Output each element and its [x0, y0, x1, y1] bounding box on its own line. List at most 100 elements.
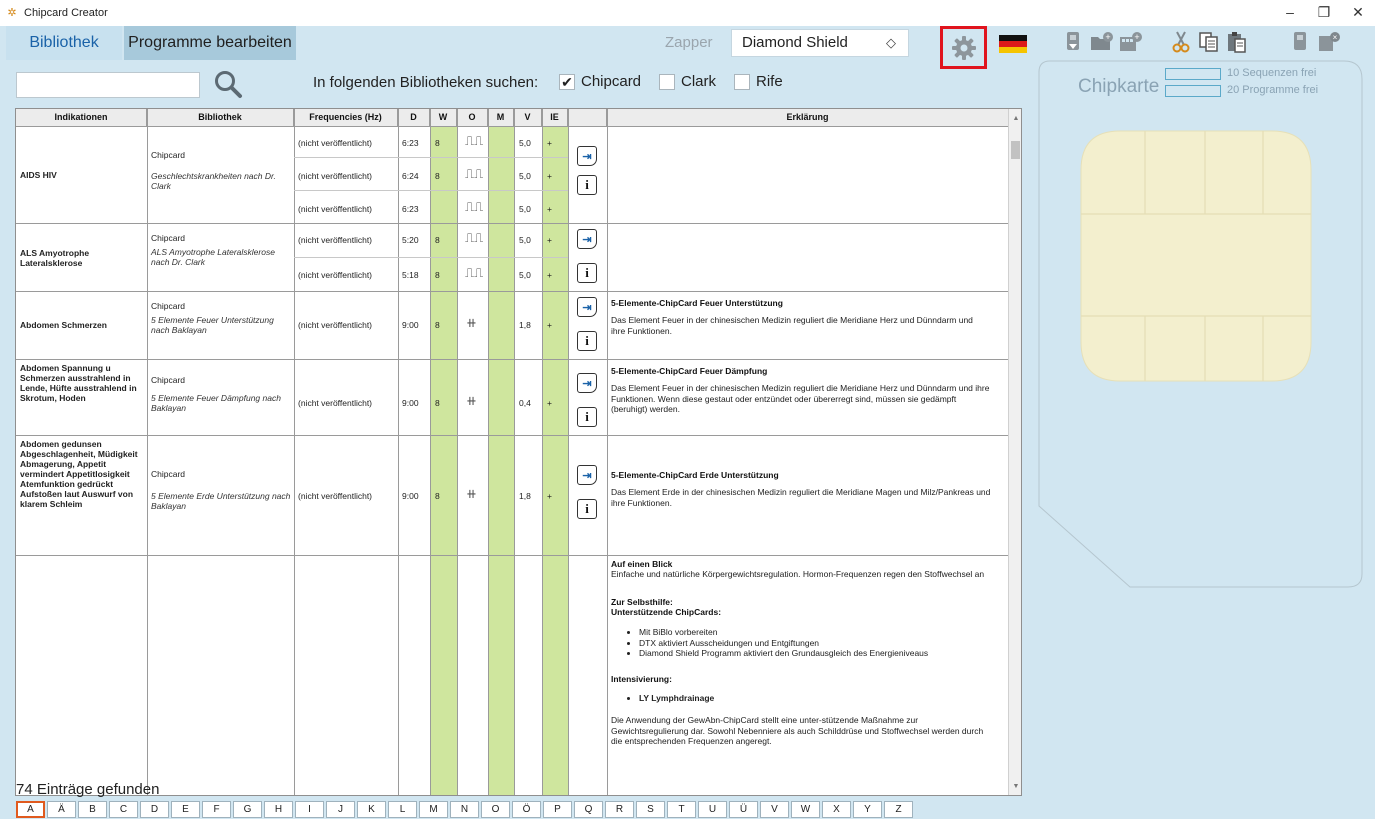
freq-cell: (nicht veröffentlicht) [298, 235, 373, 245]
zapper-select[interactable]: Diamond Shield ◇ [731, 29, 909, 57]
open-folder-button[interactable]: + [1089, 29, 1115, 55]
letter-button-27[interactable]: Y [853, 801, 882, 818]
header-frequencies[interactable]: Frequencies (Hz) [294, 109, 398, 126]
minimize-button[interactable]: – [1273, 0, 1307, 26]
letter-button-23[interactable]: Ü [729, 801, 758, 818]
add-to-card-button[interactable]: ⇥ [577, 229, 597, 249]
letter-button-7[interactable]: G [233, 801, 262, 818]
v-cell: 1,8 [519, 491, 531, 501]
letter-button-11[interactable]: K [357, 801, 386, 818]
delete-card-button[interactable]: × [1316, 29, 1342, 55]
letter-button-2[interactable]: B [78, 801, 107, 818]
search-button[interactable] [208, 67, 248, 101]
letter-button-12[interactable]: L [388, 801, 417, 818]
letter-button-25[interactable]: W [791, 801, 820, 818]
letter-button-26[interactable]: X [822, 801, 851, 818]
header-indikationen[interactable]: Indikationen [16, 109, 147, 126]
scroll-up-icon[interactable]: ▲ [1009, 115, 1021, 122]
d-cell: 9:00 [402, 398, 419, 408]
letter-button-24[interactable]: V [760, 801, 789, 818]
tab-programme-bearbeiten[interactable]: Programme bearbeiten [124, 26, 296, 60]
info-button[interactable]: i [577, 407, 597, 427]
paste-button[interactable] [1224, 29, 1250, 55]
add-to-card-button[interactable]: ⇥ [577, 465, 597, 485]
add-to-card-button[interactable]: ⇥ [577, 373, 597, 393]
freq-cell: (nicht veröffentlicht) [298, 491, 373, 501]
list-item: DTX aktiviert Ausscheidungen und Entgift… [639, 638, 1006, 649]
maximize-button[interactable]: ❐ [1307, 0, 1341, 26]
search-input[interactable] [16, 72, 200, 98]
card-arrow-icon: ⇥ [582, 377, 592, 390]
german-flag-icon[interactable] [999, 35, 1027, 53]
letter-button-15[interactable]: O [481, 801, 510, 818]
results-table[interactable]: Indikationen Bibliothek Frequencies (Hz)… [15, 108, 1022, 796]
add-to-card-button[interactable]: ⇥ [577, 146, 597, 166]
letter-button-6[interactable]: F [202, 801, 231, 818]
explanation-title: 5-Elemente-ChipCard Feuer Unterstützung [611, 298, 783, 308]
d-cell: 5:18 [402, 270, 419, 280]
svg-text:+: + [1105, 32, 1110, 42]
letter-button-4[interactable]: D [140, 801, 169, 818]
cut-button[interactable] [1168, 29, 1194, 55]
header-m[interactable]: M [488, 109, 514, 126]
letter-button-16[interactable]: Ö [512, 801, 541, 818]
letter-button-17[interactable]: P [543, 801, 572, 818]
freq-cell: (nicht veröffentlicht) [298, 138, 373, 148]
letter-button-21[interactable]: T [667, 801, 696, 818]
info-button[interactable]: i [577, 175, 597, 195]
info-button[interactable]: i [577, 263, 597, 283]
square-wave-icon: ⎍⎍ [465, 266, 484, 281]
letter-button-14[interactable]: N [450, 801, 479, 818]
letter-button-0[interactable]: A [16, 801, 45, 818]
scroll-down-icon[interactable]: ▼ [1009, 783, 1021, 790]
library-cell: Chipcard [151, 375, 186, 385]
header-bibliothek[interactable]: Bibliothek [147, 109, 294, 126]
letter-button-8[interactable]: H [264, 801, 293, 818]
close-button[interactable]: ✕ [1341, 0, 1375, 26]
chipcard-view: Chipkarte 10 Sequenzen frei 20 Programme… [1038, 60, 1364, 588]
explanation-text: Einfache und natürliche Körpergewichtsre… [611, 569, 985, 579]
ie-cell: + [547, 491, 552, 501]
copy-button[interactable] [1196, 29, 1222, 55]
explanation-list: LY Lymphdrainage [611, 693, 911, 704]
header-d[interactable]: D [398, 109, 430, 126]
indication-cell: Abdomen Schmerzen [20, 320, 107, 330]
header-w[interactable]: W [430, 109, 457, 126]
checkbox-checked-icon: ✔ [559, 73, 575, 90]
write-card-button[interactable] [1287, 29, 1313, 55]
scrollbar-thumb[interactable] [1011, 141, 1020, 159]
add-to-card-button[interactable]: ⇥ [577, 297, 597, 317]
filter-rife-checkbox[interactable]: Rife [734, 73, 783, 90]
read-card-button[interactable] [1060, 29, 1086, 55]
vertical-scrollbar[interactable]: ▲ ▼ [1008, 109, 1021, 795]
header-ie[interactable]: IE [542, 109, 568, 126]
header-erklaerung[interactable]: Erklärung [607, 109, 1008, 126]
letter-button-3[interactable]: C [109, 801, 138, 818]
letter-button-22[interactable]: U [698, 801, 727, 818]
square-wave-icon: ⎍⎍ [465, 231, 484, 246]
letter-button-9[interactable]: I [295, 801, 324, 818]
filter-clark-checkbox[interactable]: Clark [659, 73, 716, 90]
letter-button-18[interactable]: Q [574, 801, 603, 818]
new-program-button[interactable]: + [1118, 29, 1144, 55]
card-download-icon [1067, 32, 1079, 50]
letter-button-20[interactable]: S [636, 801, 665, 818]
w-cell: 8 [435, 320, 440, 330]
letter-button-13[interactable]: M [419, 801, 448, 818]
letter-button-28[interactable]: Z [884, 801, 913, 818]
letter-button-1[interactable]: Ä [47, 801, 76, 818]
ie-cell: + [547, 398, 552, 408]
letter-button-5[interactable]: E [171, 801, 200, 818]
info-button[interactable]: i [577, 499, 597, 519]
info-icon: i [585, 409, 589, 424]
freq-cell: (nicht veröffentlicht) [298, 204, 373, 214]
header-v[interactable]: V [514, 109, 542, 126]
letter-button-10[interactable]: J [326, 801, 355, 818]
header-o[interactable]: O [457, 109, 488, 126]
info-button[interactable]: i [577, 331, 597, 351]
letter-button-19[interactable]: R [605, 801, 634, 818]
filter-chipcard-checkbox[interactable]: ✔ Chipcard [559, 73, 641, 90]
square-wave-icon: ⎍⎍ [465, 134, 484, 149]
tab-bibliothek[interactable]: Bibliothek [6, 26, 122, 60]
programs-free-label: 20 Programme frei [1227, 84, 1319, 96]
